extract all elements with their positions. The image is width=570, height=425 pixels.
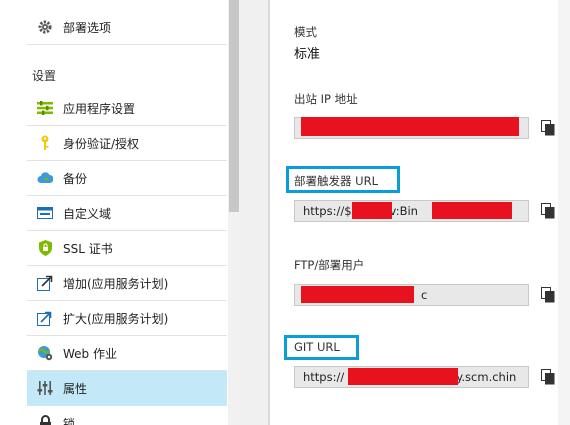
copy-icon <box>541 120 555 136</box>
redaction-bar <box>301 117 519 136</box>
custom-domain-icon <box>37 205 53 221</box>
mode-value: 标准 <box>294 47 321 62</box>
nav-item-label: 自定义域 <box>63 206 112 221</box>
git-url-value-end: y.scm.chin <box>456 370 517 384</box>
nav-item-backup[interactable]: 备份 <box>27 161 227 196</box>
copy-icon <box>541 203 555 219</box>
copy-icon <box>541 287 555 303</box>
mode-label: 模式 <box>294 25 317 39</box>
nav-item-label: 部署选项 <box>63 20 112 35</box>
copy-git-url-button[interactable] <box>538 366 558 388</box>
webjobs-icon <box>37 345 53 361</box>
nav-item-scale-up[interactable]: 增加(应用服务计划) <box>27 266 227 301</box>
panel-divider <box>268 0 270 425</box>
gear-icon <box>37 19 53 35</box>
scale-out-icon <box>37 310 53 326</box>
redaction-bar <box>348 368 458 385</box>
content-scrollbar[interactable] <box>558 0 570 425</box>
ftp-user-label: FTP/部署用户 <box>294 258 365 272</box>
copy-ftp-user-button[interactable] <box>538 284 558 306</box>
cloud-backup-icon <box>37 170 53 186</box>
copy-deploy-trigger-button[interactable] <box>538 200 558 222</box>
nav-item-label: 备份 <box>63 171 88 186</box>
copy-outbound-ip-button[interactable] <box>538 117 558 139</box>
copy-icon <box>541 369 555 385</box>
section-title-settings: 设置 <box>32 69 57 83</box>
nav-item-label: SSL 证书 <box>63 241 113 256</box>
redaction-bar <box>352 202 392 219</box>
nav-item-webjobs[interactable]: Web 作业 <box>27 336 227 371</box>
panel-gap <box>240 0 268 425</box>
settings-nav: 部署选项 设置 应用程序设置 身份验证/授权 备份 自定义域 SSL 证书 增加… <box>0 0 228 425</box>
nav-item-label: 锁 <box>63 416 76 425</box>
outbound-ip-label: 出站 IP 地址 <box>294 92 358 106</box>
nav-item-label: 属性 <box>63 381 88 396</box>
nav-item-label: Web 作业 <box>63 346 117 361</box>
lock-icon <box>37 415 53 425</box>
highlight-box <box>286 166 400 193</box>
highlight-box <box>284 335 359 360</box>
nav-item-label: 扩大(应用服务计划) <box>63 311 169 326</box>
nav-item-scale-out[interactable]: 扩大(应用服务计划) <box>27 301 227 336</box>
properties-icon <box>37 380 53 396</box>
nav-item-lock[interactable]: 锁 <box>27 406 227 425</box>
nav-item-label: 应用程序设置 <box>63 101 136 116</box>
key-icon <box>37 135 53 151</box>
nav-item-auth[interactable]: 身份验证/授权 <box>27 126 227 161</box>
deploy-trigger-value-mid: v:Bin <box>389 204 418 218</box>
nav-scrollbar-thumb[interactable] <box>229 0 239 212</box>
deploy-trigger-value-start: https://$ <box>303 204 352 218</box>
git-url-value-start: https:// <box>303 370 345 384</box>
nav-item-label: 身份验证/授权 <box>63 136 140 151</box>
shield-icon <box>37 240 53 256</box>
ftp-user-value: c <box>421 288 428 302</box>
scale-up-icon <box>37 275 53 291</box>
redaction-bar <box>301 286 414 303</box>
nav-item-ssl[interactable]: SSL 证书 <box>27 231 227 266</box>
nav-item-app-settings[interactable]: 应用程序设置 <box>27 91 227 126</box>
nav-item-label: 增加(应用服务计划) <box>63 276 169 291</box>
nav-item-deployment-options[interactable]: 部署选项 <box>27 10 227 45</box>
nav-item-custom-domain[interactable]: 自定义域 <box>27 196 227 231</box>
app-settings-icon <box>37 100 53 116</box>
redaction-bar <box>432 202 512 219</box>
nav-item-properties[interactable]: 属性 <box>27 371 227 406</box>
